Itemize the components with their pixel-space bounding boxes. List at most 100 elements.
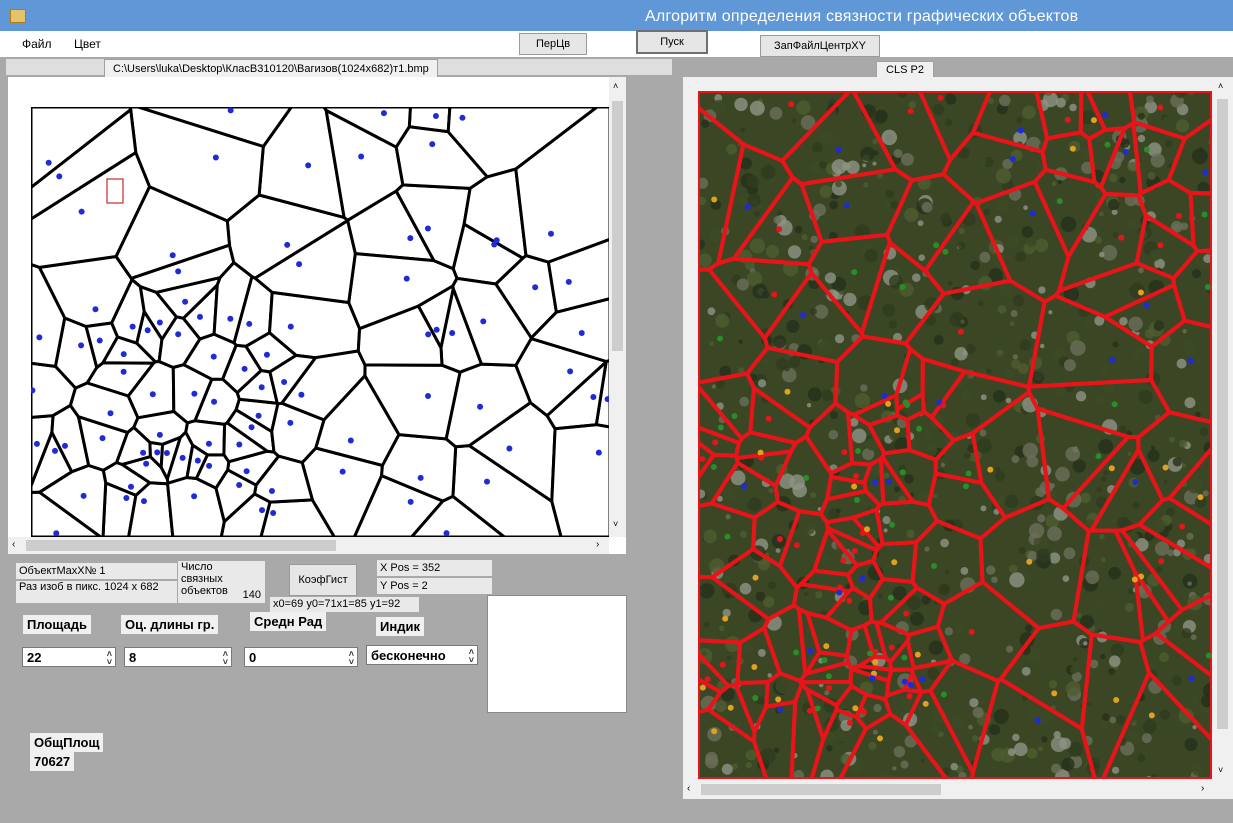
right-vscroll-thumb[interactable]	[1217, 99, 1228, 729]
forest-texture	[1195, 411, 1201, 418]
cell-center-dot	[281, 378, 288, 385]
scroll-down-icon[interactable]: ˅	[613, 519, 618, 529]
right-horizontal-scrollbar[interactable]: ‹ ›	[683, 781, 1214, 798]
forest-texture	[1009, 572, 1025, 588]
save-center-button[interactable]: ЗапФайлЦентрXY	[760, 35, 880, 57]
cell-center-dot	[854, 496, 861, 503]
spin-arrows-icon[interactable]: ˄ ˅	[349, 650, 354, 667]
border-length-spinner[interactable]: 8 ˄ ˅	[124, 647, 232, 667]
mean-radius-spinner[interactable]: 0 ˄ ˅	[244, 647, 358, 667]
forest-texture	[1031, 371, 1045, 384]
cell-center-dot	[191, 390, 198, 397]
scroll-down-icon[interactable]: ˅	[1218, 765, 1223, 775]
forest-texture	[1076, 445, 1082, 450]
right-image-panel[interactable]: ˄ ˅ ‹ ›	[683, 77, 1233, 799]
spin-arrows-icon[interactable]: ˄ ˅	[468, 648, 474, 664]
right-tab-cls[interactable]: CLS P2	[876, 61, 934, 78]
right-hscroll-thumb[interactable]	[701, 784, 941, 795]
forest-texture	[835, 508, 841, 514]
left-tab-path[interactable]: C:\Users\luka\Desktop\КласВ310120\Вагизо…	[104, 59, 438, 78]
forest-texture	[946, 335, 953, 342]
spin-arrows-icon[interactable]: ˄ ˅	[107, 650, 112, 667]
forest-texture	[767, 673, 772, 678]
forest-texture	[969, 698, 979, 708]
forest-texture	[1065, 681, 1081, 697]
forest-texture	[739, 530, 747, 538]
scroll-left-icon[interactable]: ‹	[687, 783, 690, 794]
forest-texture	[835, 139, 840, 144]
left-hscroll-thumb[interactable]	[26, 540, 336, 551]
cell-center-dot	[793, 542, 800, 549]
scroll-up-icon[interactable]: ˄	[1218, 81, 1223, 91]
forest-texture	[1051, 181, 1057, 187]
forest-texture	[806, 403, 812, 408]
cell-center-dot	[1143, 302, 1150, 309]
cell-center-dot	[1188, 675, 1195, 682]
cell-center-dot	[837, 584, 844, 591]
area-spinner[interactable]: 22 ˄ ˅	[22, 647, 116, 667]
left-image-panel[interactable]: ˄ ˅ ‹ ›	[8, 77, 626, 554]
forest-texture	[963, 452, 971, 460]
forest-texture	[734, 97, 748, 112]
menu-color[interactable]: Цвет	[74, 37, 101, 51]
forest-texture	[725, 514, 731, 520]
cell-center-dot	[940, 402, 947, 409]
forest-texture	[1191, 269, 1202, 279]
spin-arrows-icon[interactable]: ˄ ˅	[223, 650, 228, 667]
cell-center-dot	[284, 241, 291, 248]
forest-texture	[872, 150, 879, 156]
cell-center-dot	[175, 331, 182, 338]
forest-texture	[885, 189, 895, 199]
forest-texture	[1150, 153, 1165, 168]
cell-center-dot	[484, 478, 491, 485]
forest-texture	[986, 565, 996, 575]
scroll-up-icon[interactable]: ˄	[613, 81, 618, 91]
coef-hist-button[interactable]: КоэфГист	[289, 564, 357, 596]
menu-file[interactable]: Файл	[22, 37, 52, 51]
forest-texture	[812, 142, 823, 153]
start-button[interactable]: Пуск	[636, 30, 708, 54]
indik-spinner[interactable]: бесконечно ˄ ˅	[366, 645, 478, 665]
left-vertical-scrollbar[interactable]: ˄ ˅	[609, 77, 626, 537]
cell-center-dot	[246, 320, 253, 327]
scroll-right-icon[interactable]: ›	[1201, 783, 1204, 794]
cell-center-dot	[339, 468, 346, 475]
cell-center-dot	[424, 392, 431, 399]
forest-texture	[893, 486, 900, 493]
left-vscroll-thumb[interactable]	[612, 101, 623, 351]
forest-texture	[1083, 641, 1088, 646]
forest-texture	[709, 341, 714, 346]
forest-texture	[801, 234, 808, 241]
cell-center-dot	[894, 427, 901, 434]
forest-texture	[1176, 358, 1187, 369]
indik-value: бесконечно	[371, 648, 446, 663]
title-bar: Алгоритм определения связности графическ…	[0, 0, 1233, 31]
cell-center-dot	[968, 628, 975, 635]
total-area-label: ОбщПлощ	[30, 733, 104, 752]
forest-texture	[1012, 294, 1025, 307]
cell-center-dot	[590, 393, 597, 400]
cell-center-dot	[914, 651, 921, 658]
left-horizontal-scrollbar[interactable]: ‹ ›	[8, 537, 609, 554]
scroll-right-icon[interactable]: ›	[596, 539, 599, 550]
forest-texture	[819, 132, 833, 146]
forest-texture	[1099, 533, 1105, 540]
forest-texture	[739, 582, 752, 595]
forest-texture	[1192, 148, 1208, 165]
cell-center-dot	[78, 208, 85, 215]
forest-texture	[1186, 477, 1203, 494]
forest-texture	[1100, 557, 1106, 563]
forest-texture	[769, 106, 783, 120]
forest-texture	[1055, 386, 1067, 398]
cell-center-dot	[347, 437, 354, 444]
voronoi-diagram[interactable]	[31, 107, 610, 537]
cell-center-dot	[835, 146, 842, 153]
cell-center-dot	[885, 400, 892, 407]
percv-button[interactable]: ПерЦв	[519, 33, 587, 55]
scroll-left-icon[interactable]: ‹	[12, 539, 15, 550]
cell-center-dot	[129, 323, 136, 330]
classified-aerial-image[interactable]	[698, 91, 1212, 779]
forest-texture	[755, 591, 766, 602]
forest-texture	[952, 311, 963, 321]
right-vertical-scrollbar[interactable]: ˄ ˅	[1214, 77, 1231, 781]
